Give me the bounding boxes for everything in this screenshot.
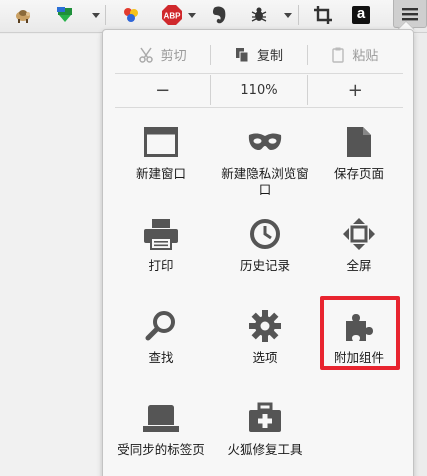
zoom-controls: − 110% + [115,75,403,105]
bug-dropdown-chevron-icon[interactable] [282,3,294,27]
adblock-plus-icon[interactable]: ABP [160,3,184,27]
printer-icon [141,214,181,254]
amazon-icon[interactable]: a [350,3,372,27]
synced-tabs-button[interactable]: 受同步的标签页 [109,394,213,474]
new-window-label: 新建窗口 [135,166,186,181]
cut-label: 剪切 [160,49,187,64]
history-button[interactable]: 历史记录 [213,210,317,290]
paste-button[interactable]: 粘贴 [308,38,403,71]
divider [115,73,403,74]
highlight-box [320,296,400,370]
abp-label: ABP [164,12,182,21]
magnifier-icon [141,306,181,346]
synced-tabs-label: 受同步的标签页 [117,442,205,457]
fullscreen-icon [339,214,379,254]
zoom-in-button[interactable]: + [308,75,403,105]
copy-label: 复制 [256,49,283,64]
scissors-icon [138,47,153,63]
new-private-window-button[interactable]: 新建隐私浏览窗口 [213,118,317,198]
firefox-menu-panel: 剪切 复制 粘贴 − 110% + 新建窗口 新建隐私浏览窗口 保存页面 打印 … [102,29,414,476]
divider [115,107,403,108]
firefox-repair-tool-button[interactable]: 火狐修复工具 [213,394,317,474]
save-page-button[interactable]: 保存页面 [307,118,411,198]
evernote-icon[interactable] [208,3,230,27]
amazon-label: a [352,6,370,24]
edit-controls: 剪切 复制 粘贴 [115,38,403,71]
zoom-reset-button[interactable]: 110% [210,75,308,105]
synced-tabs-icon [141,398,181,438]
repair-kit-icon [245,398,285,438]
bug-icon[interactable] [248,3,270,27]
firefox-repair-tool-label: 火狐修复工具 [227,442,303,457]
find-label: 查找 [148,350,174,365]
toolbar-separator [105,5,106,25]
print-button[interactable]: 打印 [109,210,213,290]
window-icon [141,122,181,162]
download-dropdown-chevron-icon[interactable] [90,3,102,27]
sheep-icon[interactable] [12,3,34,27]
toolbar-separator [298,5,299,25]
download-icon[interactable] [54,3,76,27]
find-button[interactable]: 查找 [109,302,213,382]
options-button[interactable]: 选项 [213,302,317,382]
new-window-button[interactable]: 新建窗口 [109,118,213,198]
paste-label: 粘贴 [352,49,379,64]
copy-icon [235,47,249,62]
history-label: 历史记录 [239,258,290,273]
gear-icon [245,306,285,346]
options-label: 选项 [252,350,278,365]
clock-icon [245,214,285,254]
fullscreen-label: 全屏 [346,258,372,273]
page-icon [339,122,379,162]
copy-button[interactable]: 复制 [211,38,306,71]
crop-icon[interactable] [312,3,334,27]
new-private-window-label: 新建隐私浏览窗口 [221,166,309,197]
fullscreen-button[interactable]: 全屏 [307,210,411,290]
print-label: 打印 [148,258,174,273]
cut-button[interactable]: 剪切 [115,38,210,71]
page-background [0,34,100,476]
adblock-dropdown-chevron-icon[interactable] [186,3,198,27]
zoom-out-button[interactable]: − [115,75,210,105]
mask-icon [245,122,285,162]
colorful-ball-icon[interactable] [120,3,142,27]
save-page-label: 保存页面 [333,166,384,181]
clipboard-icon [332,47,345,63]
